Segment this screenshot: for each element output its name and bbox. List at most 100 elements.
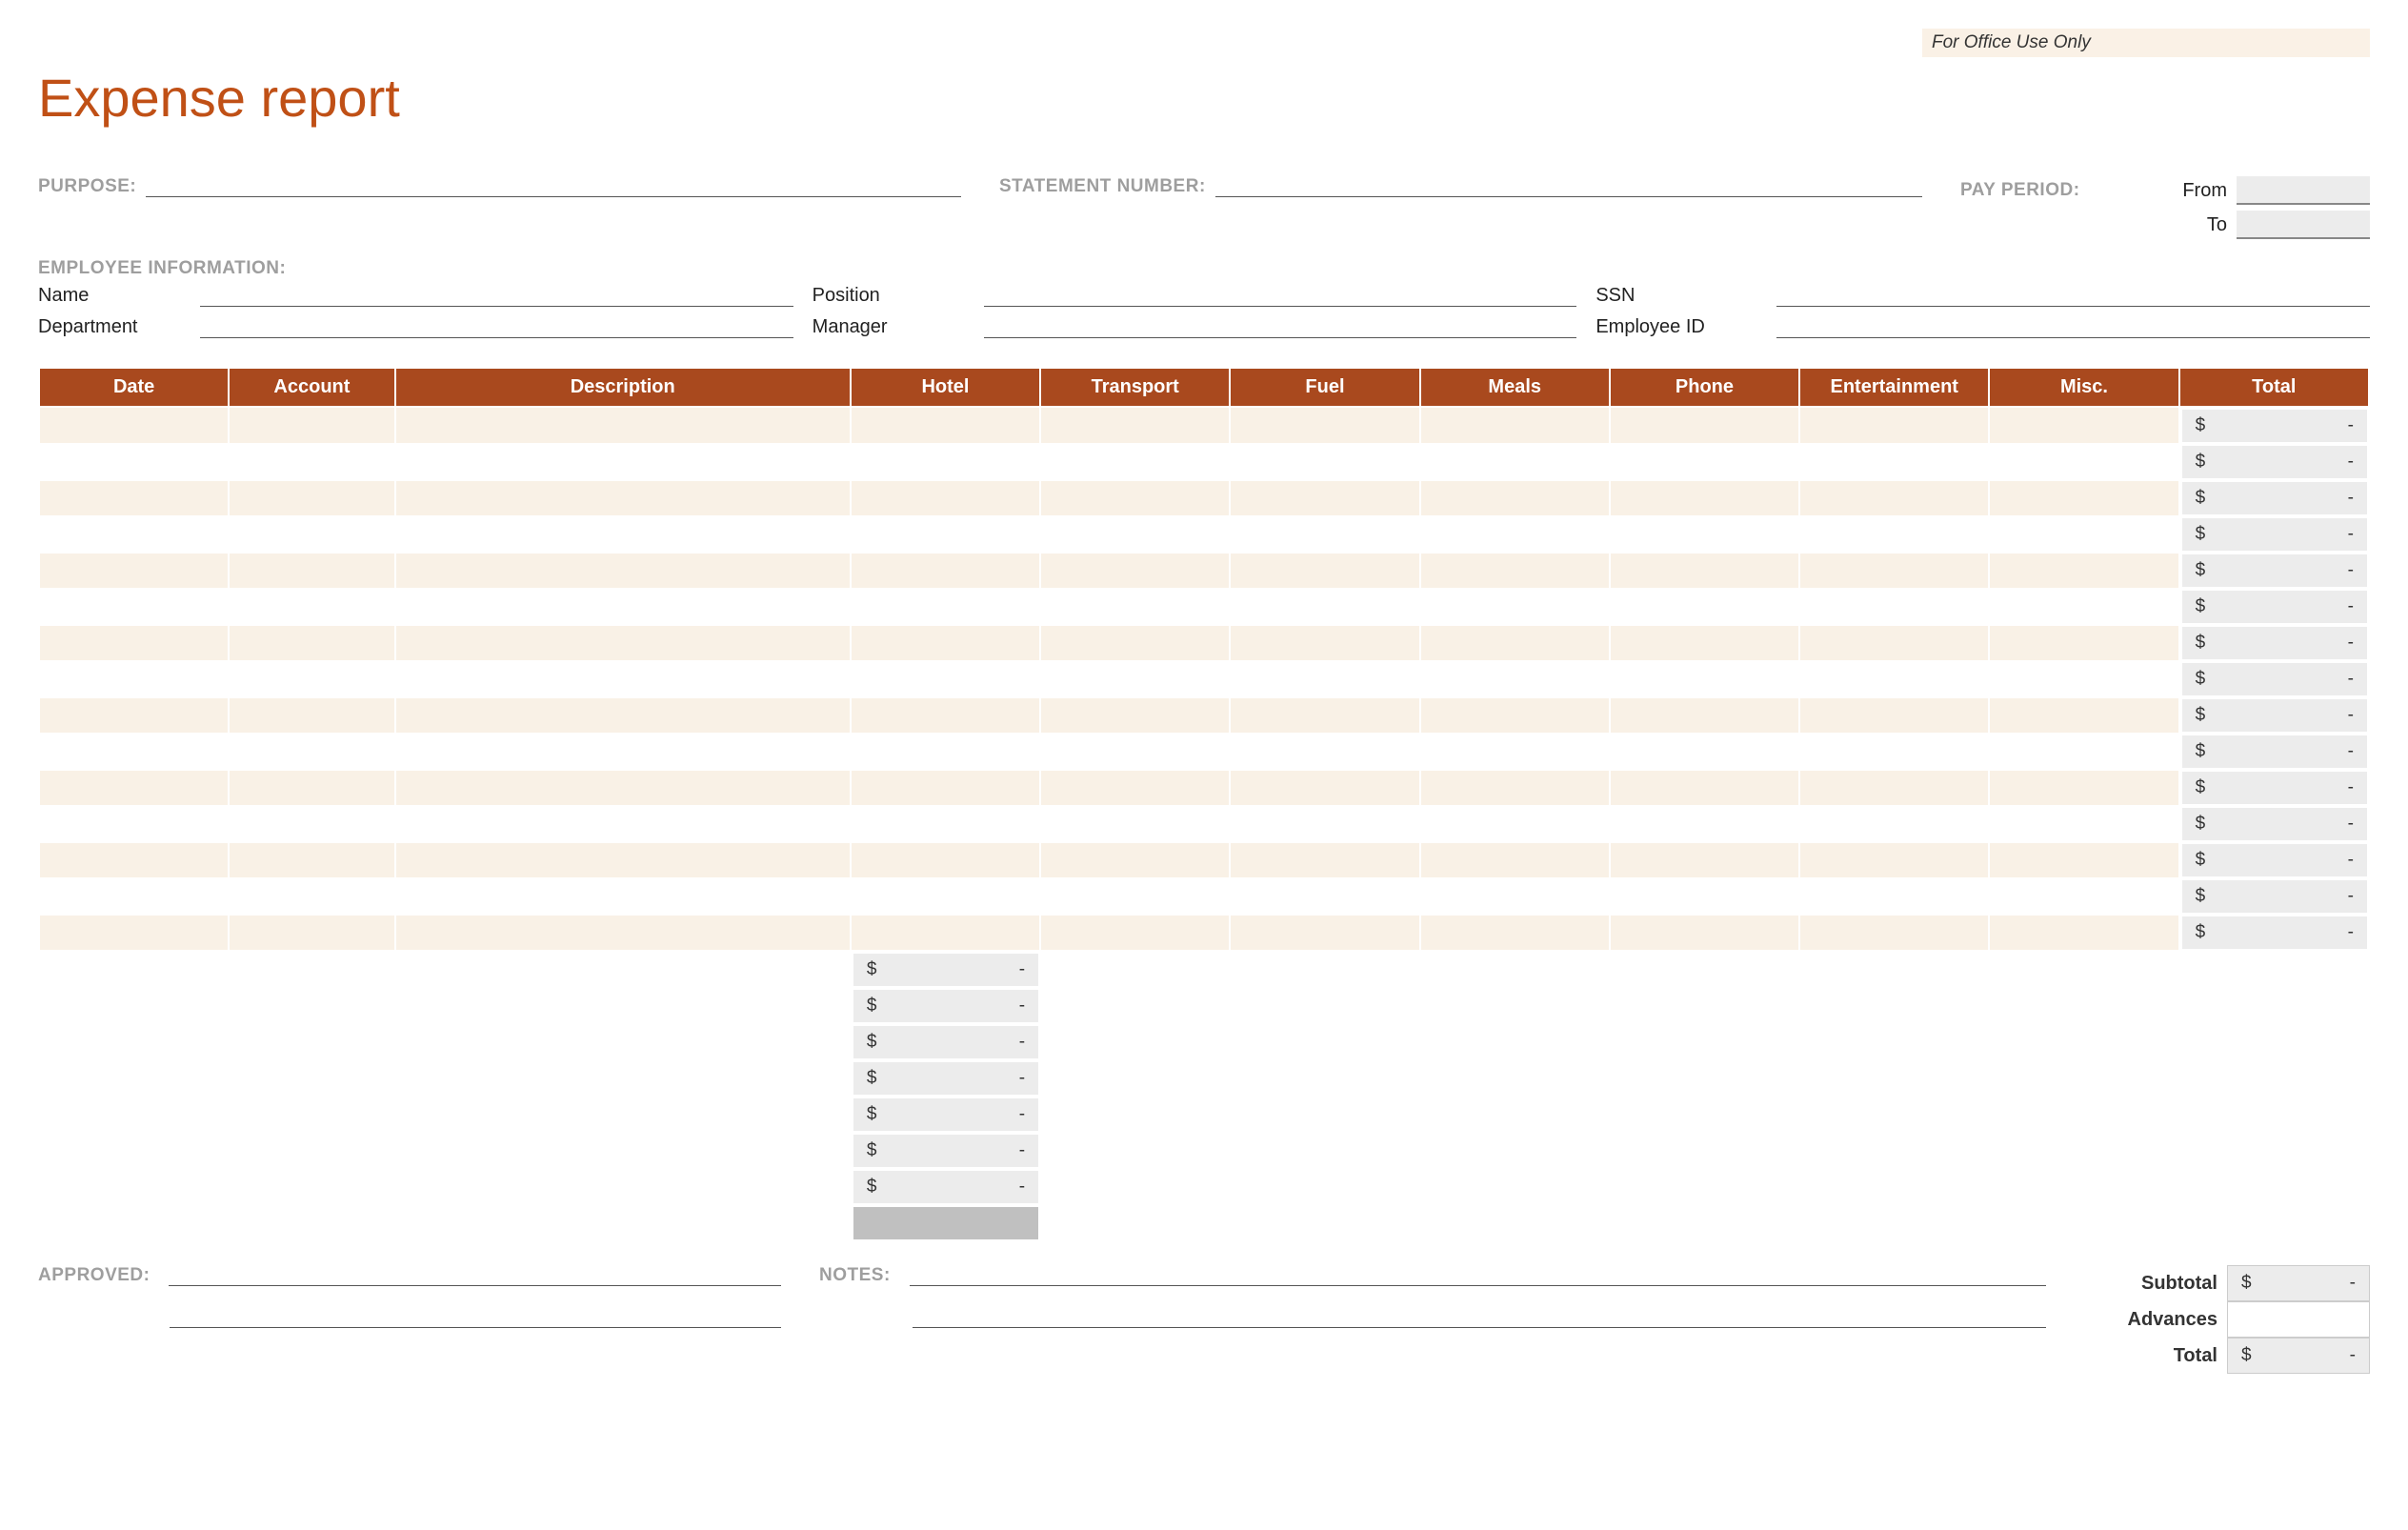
expense-cell[interactable] (1420, 444, 1610, 480)
expense-cell[interactable] (1610, 697, 1799, 734)
advances-value[interactable] (2227, 1301, 2370, 1338)
expense-cell[interactable] (1799, 625, 1989, 661)
expense-cell[interactable] (395, 878, 851, 915)
expense-cell[interactable] (1799, 806, 1989, 842)
name-input[interactable] (200, 288, 793, 307)
expense-cell[interactable] (1040, 625, 1230, 661)
expense-cell[interactable] (1420, 480, 1610, 516)
expense-cell[interactable] (1799, 697, 1989, 734)
expense-cell[interactable] (1610, 553, 1799, 589)
expense-cell[interactable] (39, 806, 229, 842)
expense-cell[interactable] (1040, 661, 1230, 697)
expense-cell[interactable] (1799, 516, 1989, 553)
expense-cell[interactable] (1230, 480, 1419, 516)
expense-cell[interactable] (1989, 407, 2178, 444)
expense-cell[interactable] (1230, 842, 1419, 878)
expense-cell[interactable] (1989, 661, 2178, 697)
expense-cell[interactable] (229, 480, 394, 516)
expense-cell[interactable] (1040, 553, 1230, 589)
expense-cell[interactable] (1420, 806, 1610, 842)
expense-cell[interactable] (39, 734, 229, 770)
expense-cell[interactable] (851, 444, 1040, 480)
expense-cell[interactable] (851, 625, 1040, 661)
expense-cell[interactable] (851, 915, 1040, 951)
expense-cell[interactable] (1420, 553, 1610, 589)
expense-cell[interactable] (851, 480, 1040, 516)
expense-cell[interactable] (1040, 806, 1230, 842)
expense-cell[interactable] (395, 770, 851, 806)
expense-cell[interactable] (229, 697, 394, 734)
expense-cell[interactable] (1420, 770, 1610, 806)
expense-cell[interactable] (1610, 806, 1799, 842)
expense-cell[interactable] (229, 625, 394, 661)
expense-cell[interactable] (1230, 806, 1419, 842)
expense-cell[interactable] (229, 842, 394, 878)
expense-cell[interactable] (1040, 734, 1230, 770)
expense-cell[interactable] (1230, 589, 1419, 625)
expense-cell[interactable] (1230, 915, 1419, 951)
expense-cell[interactable] (1420, 661, 1610, 697)
expense-cell[interactable] (39, 589, 229, 625)
expense-cell[interactable] (1420, 516, 1610, 553)
expense-cell[interactable] (1989, 842, 2178, 878)
expense-cell[interactable] (1420, 407, 1610, 444)
expense-cell[interactable] (1989, 589, 2178, 625)
expense-cell[interactable] (229, 915, 394, 951)
notes-input-1[interactable] (910, 1267, 2046, 1286)
employee-id-input[interactable] (1776, 319, 2370, 338)
expense-cell[interactable] (39, 770, 229, 806)
expense-cell[interactable] (851, 734, 1040, 770)
notes-input-2[interactable] (913, 1309, 2046, 1328)
expense-cell[interactable] (1230, 697, 1419, 734)
expense-cell[interactable] (1610, 734, 1799, 770)
expense-cell[interactable] (851, 553, 1040, 589)
expense-cell[interactable] (851, 661, 1040, 697)
expense-cell[interactable] (1420, 842, 1610, 878)
expense-cell[interactable] (1610, 842, 1799, 878)
expense-cell[interactable] (229, 806, 394, 842)
expense-cell[interactable] (1989, 878, 2178, 915)
expense-cell[interactable] (1989, 697, 2178, 734)
expense-cell[interactable] (395, 915, 851, 951)
expense-cell[interactable] (1040, 589, 1230, 625)
expense-cell[interactable] (851, 878, 1040, 915)
expense-cell[interactable] (1799, 770, 1989, 806)
expense-cell[interactable] (1799, 915, 1989, 951)
expense-cell[interactable] (851, 842, 1040, 878)
expense-cell[interactable] (395, 407, 851, 444)
expense-cell[interactable] (1230, 734, 1419, 770)
expense-cell[interactable] (851, 589, 1040, 625)
expense-cell[interactable] (395, 697, 851, 734)
expense-cell[interactable] (1420, 625, 1610, 661)
expense-cell[interactable] (1989, 444, 2178, 480)
expense-cell[interactable] (1230, 625, 1419, 661)
expense-cell[interactable] (229, 589, 394, 625)
pay-from-input[interactable] (2237, 176, 2370, 205)
expense-cell[interactable] (1230, 444, 1419, 480)
expense-cell[interactable] (395, 661, 851, 697)
expense-cell[interactable] (1799, 589, 1989, 625)
expense-cell[interactable] (1230, 661, 1419, 697)
expense-cell[interactable] (229, 516, 394, 553)
expense-cell[interactable] (1230, 878, 1419, 915)
expense-cell[interactable] (1610, 625, 1799, 661)
expense-cell[interactable] (395, 516, 851, 553)
expense-cell[interactable] (1799, 661, 1989, 697)
expense-cell[interactable] (1040, 878, 1230, 915)
expense-cell[interactable] (229, 734, 394, 770)
expense-cell[interactable] (1989, 516, 2178, 553)
expense-cell[interactable] (851, 806, 1040, 842)
expense-cell[interactable] (1799, 878, 1989, 915)
expense-cell[interactable] (39, 915, 229, 951)
expense-cell[interactable] (1040, 516, 1230, 553)
expense-cell[interactable] (851, 770, 1040, 806)
expense-cell[interactable] (1040, 480, 1230, 516)
expense-cell[interactable] (39, 842, 229, 878)
expense-cell[interactable] (1040, 407, 1230, 444)
expense-cell[interactable] (39, 407, 229, 444)
expense-cell[interactable] (395, 625, 851, 661)
expense-cell[interactable] (1610, 480, 1799, 516)
expense-cell[interactable] (1799, 480, 1989, 516)
expense-cell[interactable] (1610, 444, 1799, 480)
expense-cell[interactable] (1610, 589, 1799, 625)
